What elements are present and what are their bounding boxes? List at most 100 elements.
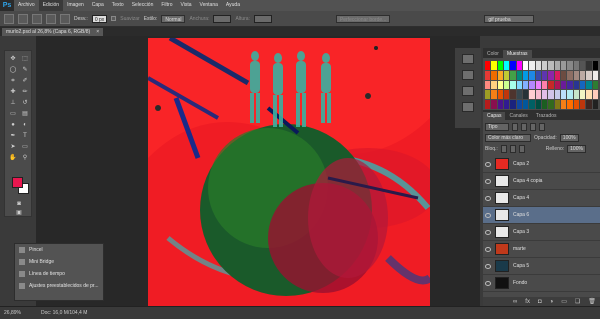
color-swatch[interactable]: [523, 90, 529, 100]
menu-capa[interactable]: Capa: [88, 0, 108, 11]
color-swatch[interactable]: [529, 100, 535, 109]
color-swatch[interactable]: [586, 80, 592, 90]
color-swatch[interactable]: [516, 90, 522, 100]
link-layers-icon[interactable]: ∞: [513, 299, 517, 305]
menu-vista[interactable]: Vista: [177, 0, 196, 11]
feather-input[interactable]: 0 px: [91, 14, 108, 23]
color-swatch[interactable]: [523, 100, 529, 109]
menu-ayuda[interactable]: Ayuda: [222, 0, 244, 11]
new-layer-icon[interactable]: ❏: [575, 298, 580, 305]
color-swatch[interactable]: [592, 90, 598, 100]
eraser-icon[interactable]: ▭: [8, 110, 18, 119]
color-swatch[interactable]: [504, 100, 510, 109]
adjustment-layer-icon[interactable]: ◑: [550, 299, 554, 305]
color-swatch[interactable]: [485, 61, 491, 70]
info-panel-icon[interactable]: [462, 102, 474, 112]
color-swatch[interactable]: [516, 70, 522, 80]
color-swatch[interactable]: [491, 90, 497, 100]
color-swatch[interactable]: [573, 90, 579, 100]
type-icon[interactable]: T: [20, 132, 30, 141]
color-swatch[interactable]: [497, 100, 503, 109]
color-swatch[interactable]: [580, 61, 586, 70]
color-swatch[interactable]: [561, 61, 567, 70]
color-swatch[interactable]: [497, 70, 503, 80]
color-swatch[interactable]: [586, 70, 592, 80]
color-swatch[interactable]: [504, 90, 510, 100]
color-swatch[interactable]: [561, 90, 567, 100]
lock-all-icon[interactable]: [518, 144, 525, 153]
blur-icon[interactable]: ●: [8, 121, 18, 130]
color-swatch[interactable]: [586, 61, 592, 70]
menu-archivo[interactable]: Archivo: [14, 0, 39, 11]
color-swatch[interactable]: [535, 61, 541, 70]
history-brush-icon[interactable]: ↺: [20, 99, 30, 108]
color-swatch[interactable]: [504, 80, 510, 90]
color-swatch[interactable]: [485, 90, 491, 100]
visibility-eye-icon[interactable]: [485, 178, 491, 184]
color-swatch[interactable]: [580, 100, 586, 109]
color-swatch[interactable]: [516, 80, 522, 90]
opacity-input[interactable]: 100%: [559, 133, 579, 142]
color-swatch[interactable]: [485, 80, 491, 90]
color-swatch[interactable]: [554, 80, 560, 90]
color-swatch[interactable]: [567, 61, 573, 70]
color-swatch[interactable]: [573, 100, 579, 109]
close-icon[interactable]: ×: [96, 28, 99, 36]
color-swatch[interactable]: [548, 70, 554, 80]
mini-panel-item[interactable]: Ajustes preestablecidos de pr...: [15, 280, 103, 292]
color-swatch[interactable]: [523, 80, 529, 90]
tab-channels[interactable]: Canales: [505, 112, 531, 120]
color-swatch[interactable]: [497, 90, 503, 100]
tab-layers[interactable]: Capas: [483, 112, 506, 120]
style-select[interactable]: Normal: [161, 14, 186, 23]
color-swatch[interactable]: [567, 80, 573, 90]
tab-color[interactable]: Color: [483, 50, 503, 58]
healing-icon[interactable]: ✚: [8, 88, 18, 97]
fill-input[interactable]: 100%: [567, 144, 586, 153]
screen-mode-icon[interactable]: ▣: [14, 209, 24, 218]
color-swatch[interactable]: [529, 61, 535, 70]
gradient-icon[interactable]: ▤: [20, 110, 30, 119]
tab-swatches[interactable]: Muestras: [502, 50, 532, 58]
color-swatch[interactable]: [567, 100, 573, 109]
color-swatch[interactable]: [592, 100, 598, 109]
color-swatch[interactable]: [523, 61, 529, 70]
color-swatch[interactable]: [535, 70, 541, 80]
color-swatch[interactable]: [573, 70, 579, 80]
filter-pixel-icon[interactable]: [512, 122, 518, 131]
color-swatch[interactable]: [523, 70, 529, 80]
menu-edicion[interactable]: Edición: [38, 0, 64, 11]
visibility-eye-icon[interactable]: [485, 246, 491, 252]
color-swatch[interactable]: [485, 100, 491, 109]
tab-paths[interactable]: Trazados: [532, 112, 561, 120]
color-swatch[interactable]: [491, 70, 497, 80]
layer-row[interactable]: Capa 4: [483, 190, 600, 207]
color-swatch[interactable]: [573, 80, 579, 90]
color-swatch[interactable]: [554, 70, 560, 80]
color-swatch[interactable]: [485, 70, 491, 80]
color-swatch[interactable]: [542, 80, 548, 90]
mini-panel-item[interactable]: Línea de tiempo: [15, 268, 103, 280]
layer-style-icon[interactable]: fx: [525, 299, 530, 305]
blend-mode-select[interactable]: Color más claro: [485, 133, 531, 142]
color-swatch[interactable]: [516, 61, 522, 70]
layer-row[interactable]: Capa 6: [483, 207, 600, 224]
color-swatch[interactable]: [542, 61, 548, 70]
color-swatch[interactable]: [529, 70, 535, 80]
document-tab[interactable]: murlo2.psd al 26,8% (Capa 6, RGB/8) ×: [2, 28, 104, 36]
color-swatch[interactable]: [510, 100, 516, 109]
visibility-eye-icon[interactable]: [485, 195, 491, 201]
menu-texto[interactable]: Texto: [108, 0, 128, 11]
history-panel-icon[interactable]: [462, 54, 474, 64]
color-swatch[interactable]: [529, 80, 535, 90]
menu-seleccion[interactable]: Selección: [128, 0, 158, 11]
color-swatch[interactable]: [561, 70, 567, 80]
lasso-icon[interactable]: ◯: [8, 66, 18, 75]
visibility-eye-icon[interactable]: [485, 161, 491, 167]
delete-layer-icon[interactable]: 🗑: [588, 298, 596, 305]
path-select-icon[interactable]: ➤: [8, 143, 18, 152]
color-swatch[interactable]: [535, 80, 541, 90]
height-input[interactable]: [253, 14, 272, 23]
color-swatch[interactable]: [510, 61, 516, 70]
marquee-preset-icon[interactable]: [4, 13, 14, 24]
